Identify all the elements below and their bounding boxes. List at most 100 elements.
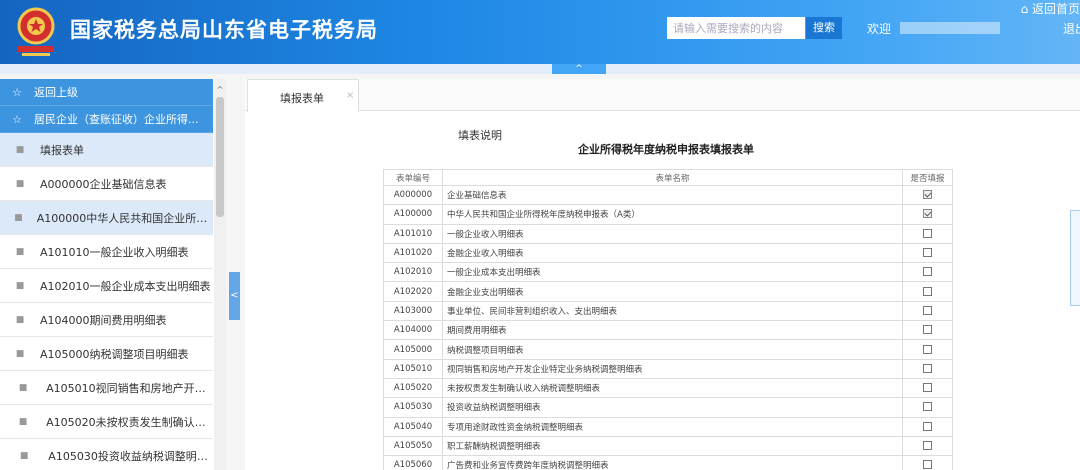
home-link[interactable]: ⌂ 返回首页: [1021, 0, 1080, 17]
site-header: 国家税务总局山东省电子税务局 ⌂ 返回首页 搜索 欢迎 退出: [0, 0, 1080, 64]
bullet-icon: ■: [15, 246, 25, 257]
sidebar-item-a000000[interactable]: ■ A000000企业基础信息表: [0, 167, 213, 201]
table-row: A105000 纳税调整项目明细表: [383, 339, 953, 360]
sidebar-item-a102010[interactable]: ■ A102010一般企业成本支出明细表: [0, 269, 213, 303]
form-code-cell: A104000: [383, 320, 443, 341]
fill-checkbox[interactable]: [923, 267, 932, 277]
sidebar-item-label: A000000企业基础信息表: [40, 177, 167, 191]
fill-checkbox[interactable]: [923, 286, 932, 296]
fill-checkbox-cell: [902, 435, 953, 457]
form-name-cell[interactable]: 期间费用明细表: [442, 320, 903, 341]
table-row: A105060 广告费和业务宣传费跨年度纳税调整明细表: [383, 455, 953, 470]
sidebar-item-label: A105010视同销售和房地产开发企...: [46, 381, 213, 395]
fill-checkbox[interactable]: [923, 190, 932, 200]
tab-bar: 填报表单 ×: [245, 79, 1080, 112]
tax-emblem-icon: [17, 7, 55, 56]
header-name: 表单名称: [442, 169, 903, 186]
form-code-cell: A105060: [383, 455, 443, 470]
scrollbar-thumb[interactable]: [216, 97, 224, 217]
form-code-cell: A101020: [383, 242, 443, 264]
table-row: A103000 事业单位、民间非营利组织收入、支出明细表: [383, 300, 953, 322]
bullet-icon: ■: [15, 178, 25, 189]
form-name-cell[interactable]: 纳税调整项目明细表: [442, 339, 903, 360]
table-row: A100000 中华人民共和国企业所得税年度纳税申报表（A类）: [383, 204, 953, 225]
sidebar-item-a100000[interactable]: ■ A100000中华人民共和国企业所得税...: [0, 201, 213, 235]
right-floating-panel[interactable]: [1070, 210, 1080, 306]
fill-checkbox[interactable]: [923, 248, 932, 258]
form-name-cell[interactable]: 投资收益纳税调整明细表: [442, 397, 903, 418]
sidebar-item-label: A104000期间费用明细表: [40, 313, 167, 327]
fill-checkbox[interactable]: [923, 383, 932, 393]
scroll-up-icon[interactable]: ^: [214, 85, 226, 94]
logout-link[interactable]: 退出: [1063, 20, 1080, 37]
sidebar-item-back[interactable]: ☆ 返回上级: [0, 79, 213, 106]
bullet-icon: ■: [15, 280, 25, 291]
fill-checkbox[interactable]: [923, 228, 932, 238]
sidebar-item-a105030[interactable]: ■ A105030投资收益纳税调整明细表: [0, 439, 213, 470]
bullet-icon: ■: [19, 450, 29, 461]
tab-fill-form[interactable]: 填报表单 ×: [247, 79, 359, 112]
sidebar-item-label: A105000纳税调整项目明细表: [40, 347, 189, 361]
fill-checkbox-cell: [902, 455, 953, 470]
fill-checkbox[interactable]: [923, 421, 932, 431]
form-name-cell[interactable]: 未按权责发生制确认收入纳税调整明细表: [442, 377, 903, 399]
fill-checkbox[interactable]: [923, 325, 932, 335]
form-code-cell: A000000: [383, 184, 443, 206]
form-name-cell[interactable]: 视同销售和房地产开发企业特定业务纳税调整明细表: [442, 358, 903, 379]
sidebar-item-fill-form[interactable]: ■ 填报表单: [0, 133, 213, 167]
sidebar-item-label: 返回上级: [34, 86, 78, 99]
collapse-header-button[interactable]: ^: [552, 64, 606, 74]
form-table: 表单编号 表单名称 是否填报 A000000 企业基础信息表 A100000 中华人民…: [383, 169, 953, 470]
fill-instructions-link[interactable]: 填表说明: [458, 127, 502, 143]
form-code-cell: A100000: [383, 204, 443, 225]
form-name-cell[interactable]: 一般企业成本支出明细表: [442, 262, 903, 283]
form-name-cell[interactable]: 企业基础信息表: [442, 184, 903, 206]
fill-checkbox[interactable]: [923, 441, 932, 450]
fill-checkbox-cell: [902, 242, 953, 264]
form-name-cell[interactable]: 一般企业收入明细表: [442, 223, 903, 244]
form-code-cell: A105000: [383, 339, 443, 360]
form-name-cell[interactable]: 中华人民共和国企业所得税年度纳税申报表（A类）: [442, 204, 903, 225]
fill-checkbox[interactable]: [923, 305, 932, 315]
welcome-text: 欢迎: [867, 22, 892, 36]
table-header-row: 表单编号 表单名称 是否填报: [383, 169, 953, 186]
search-input[interactable]: [667, 17, 805, 39]
sidebar-item-label: 居民企业（查账征收）企业所得...: [34, 113, 199, 126]
form-name-cell[interactable]: 金融企业支出明细表: [442, 281, 903, 302]
form-name-cell[interactable]: 职工薪酬纳税调整明细表: [442, 435, 903, 457]
sidebar-item-a105010[interactable]: ■ A105010视同销售和房地产开发企...: [0, 371, 213, 405]
fill-checkbox-cell: [902, 184, 953, 206]
sidebar-item-a101010[interactable]: ■ A101010一般企业收入明细表: [0, 235, 213, 269]
close-icon[interactable]: ×: [346, 90, 354, 101]
sidebar-item-resident-enterprise[interactable]: ☆ 居民企业（查账征收）企业所得...: [0, 106, 213, 133]
site-title: 国家税务总局山东省电子税务局: [70, 18, 378, 42]
table-row: A101010 一般企业收入明细表: [383, 223, 953, 244]
sidebar-item-label: A105030投资收益纳税调整明细表: [48, 449, 213, 463]
form-name-cell[interactable]: 专项用途财政性资金纳税调整明细表: [442, 416, 903, 437]
table-row: A105010 视同销售和房地产开发企业特定业务纳税调整明细表: [383, 358, 953, 379]
sidebar-item-label: 填报表单: [40, 143, 84, 157]
sidebar-item-a105020[interactable]: ■ A105020未按权责发生制确认收入...: [0, 405, 213, 439]
form-name-cell[interactable]: 金融企业收入明细表: [442, 242, 903, 264]
table-row: A000000 企业基础信息表: [383, 184, 953, 206]
sidebar-scrollbar[interactable]: ^: [214, 79, 226, 470]
collapse-sidebar-button[interactable]: <: [229, 272, 240, 320]
fill-checkbox[interactable]: [923, 209, 932, 219]
fill-checkbox[interactable]: [923, 460, 932, 470]
sidebar-item-label: A101010一般企业收入明细表: [40, 245, 189, 259]
sidebar-item-a104000[interactable]: ■ A104000期间费用明细表: [0, 303, 213, 337]
fill-checkbox[interactable]: [923, 344, 932, 354]
form-code-cell: A103000: [383, 300, 443, 322]
bullet-icon: ■: [15, 348, 25, 359]
table-row: A101020 金融企业收入明细表: [383, 242, 953, 264]
form-name-cell[interactable]: 广告费和业务宣传费跨年度纳税调整明细表: [442, 455, 903, 470]
fill-checkbox[interactable]: [923, 363, 932, 373]
fill-checkbox[interactable]: [923, 402, 932, 412]
fill-checkbox-cell: [902, 397, 953, 418]
search-button[interactable]: 搜索: [806, 17, 842, 39]
form-code-cell: A102020: [383, 281, 443, 302]
sidebar: ☆ 返回上级 ☆ 居民企业（查账征收）企业所得... ■ 填报表单 ■ A000…: [0, 79, 226, 470]
form-name-cell[interactable]: 事业单位、民间非营利组织收入、支出明细表: [442, 300, 903, 322]
sidebar-item-label: A102010一般企业成本支出明细表: [40, 279, 211, 293]
sidebar-item-a105000[interactable]: ■ A105000纳税调整项目明细表: [0, 337, 213, 371]
